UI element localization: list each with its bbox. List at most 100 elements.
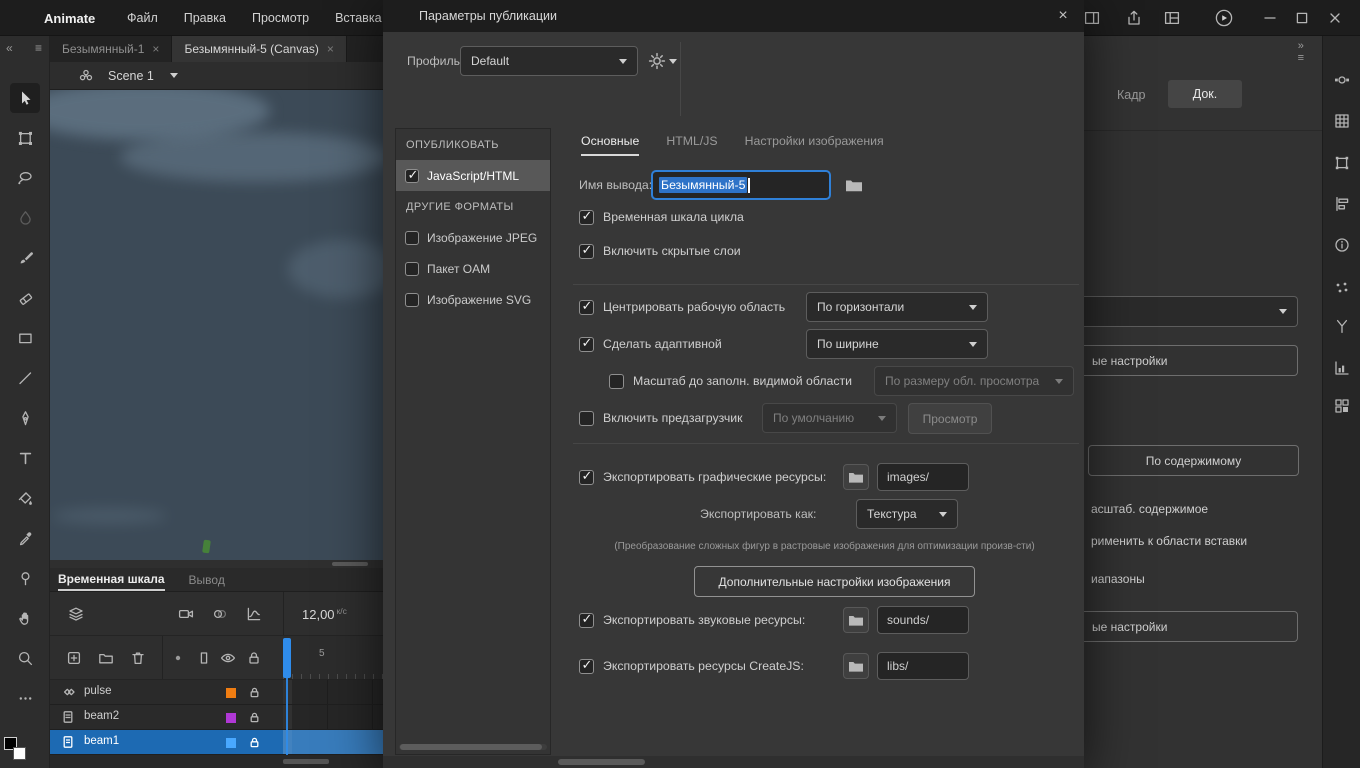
make-responsive-option[interactable]: Сделать адаптивной — [579, 329, 722, 359]
sidebar-hscrollbar[interactable] — [399, 744, 547, 750]
panel-menu-icon[interactable]: ≡ — [35, 42, 42, 54]
tab-timeline[interactable]: Временная шкала — [58, 569, 165, 591]
highlight-column-icon[interactable] — [170, 650, 186, 666]
eyedropper-tool[interactable] — [0, 518, 50, 558]
free-transform-tool[interactable] — [0, 118, 50, 158]
dialog-hscrollbar[interactable] — [383, 756, 1084, 768]
layer-color-swatch[interactable] — [226, 738, 236, 748]
scrollbar-thumb[interactable] — [283, 759, 329, 764]
properties-dropdown[interactable] — [1084, 296, 1298, 327]
checkbox-checked-icon[interactable] — [579, 611, 594, 628]
tab-close-icon[interactable]: × — [327, 42, 334, 56]
dialog-titlebar[interactable]: Параметры публикации — [383, 0, 1084, 32]
make-responsive-select[interactable]: По ширине — [806, 329, 988, 359]
checkbox-checked-icon[interactable] — [579, 468, 594, 485]
hand-tool[interactable] — [0, 598, 50, 638]
properties-tab-frame[interactable]: Кадр — [1117, 88, 1145, 102]
more-tools[interactable] — [0, 678, 50, 718]
rectangle-tool[interactable] — [0, 318, 50, 358]
format-oam[interactable]: Пакет OAM — [396, 253, 550, 284]
menu-view[interactable]: Просмотр — [239, 11, 322, 25]
checkbox-checked-icon[interactable] — [579, 335, 594, 352]
layer-lock-icon[interactable] — [248, 686, 261, 699]
properties-tab-doc[interactable]: Док. — [1168, 80, 1242, 108]
timeline-ruler[interactable]: 5 — [283, 636, 383, 679]
createjs-path-input[interactable]: libs/ — [877, 652, 969, 680]
delete-layer-icon[interactable] — [130, 650, 146, 666]
layer-color-swatch[interactable] — [226, 713, 236, 723]
doc-tab-untitled-1[interactable]: Безымянный-1 × — [50, 36, 173, 62]
scene-name[interactable]: Scene 1 — [108, 69, 154, 83]
info-panel-icon[interactable] — [1334, 237, 1350, 253]
window-minimize-icon[interactable] — [1256, 0, 1284, 36]
graph-editor-icon[interactable] — [246, 606, 262, 622]
checkbox-icon[interactable] — [405, 292, 419, 307]
layer-frames[interactable] — [283, 680, 383, 704]
fluid-brush-tool[interactable] — [0, 198, 50, 238]
fit-to-content-button[interactable]: По содержимому — [1088, 445, 1299, 476]
format-jpeg[interactable]: Изображение JPEG — [396, 222, 550, 253]
test-movie-play-icon[interactable] — [1210, 0, 1238, 36]
selection-tool[interactable] — [0, 78, 50, 118]
more-settings-button-cut[interactable]: ые настройки — [1084, 611, 1298, 642]
zoom-tool[interactable] — [0, 638, 50, 678]
format-javascript-html[interactable]: JavaScript/HTML — [396, 160, 550, 191]
bone-panel-icon[interactable] — [1334, 318, 1350, 334]
line-tool[interactable] — [0, 358, 50, 398]
visibility-column-icon[interactable] — [220, 650, 236, 666]
scrollbar-thumb[interactable] — [558, 759, 645, 765]
playhead[interactable] — [283, 638, 291, 678]
panel-resize-handle[interactable] — [50, 560, 383, 568]
image-assets-folder-button[interactable] — [843, 464, 869, 490]
history-chart-panel-icon[interactable] — [1334, 360, 1350, 376]
scrollbar-thumb[interactable] — [400, 744, 542, 750]
layer-frames[interactable] — [283, 730, 383, 754]
share-icon[interactable] — [1120, 0, 1148, 36]
browse-folder-button[interactable] — [841, 172, 867, 198]
layer-stack-icon[interactable] — [68, 606, 84, 622]
workspace-icon[interactable] — [1158, 0, 1186, 36]
timeline-hscrollbar[interactable] — [50, 755, 383, 768]
tab-basic[interactable]: Основные — [581, 134, 640, 156]
export-image-assets-option[interactable]: Экспортировать графические ресурсы: — [579, 462, 826, 492]
frame-rate[interactable]: 12,00 к/с — [302, 605, 347, 621]
scene-dropdown-icon[interactable] — [169, 73, 178, 78]
advanced-image-settings-button[interactable]: Дополнительные настройки изображения — [694, 566, 975, 597]
fragments-panel-icon[interactable] — [1334, 398, 1350, 414]
layer-frames[interactable] — [283, 705, 383, 729]
classic-brush-tool[interactable] — [0, 238, 50, 278]
menu-file[interactable]: Файл — [114, 11, 171, 25]
profile-options-button[interactable] — [648, 52, 677, 70]
tab-close-icon[interactable]: × — [152, 42, 159, 56]
checkbox-icon[interactable] — [609, 373, 624, 389]
checkbox-checked-icon[interactable] — [579, 242, 594, 259]
layer-lock-icon[interactable] — [248, 736, 261, 749]
center-stage-select[interactable]: По горизонтали — [806, 292, 988, 322]
new-folder-icon[interactable] — [98, 650, 114, 666]
checkbox-checked-icon[interactable] — [579, 657, 594, 674]
profile-select[interactable]: Default — [460, 46, 638, 76]
export-createjs-option[interactable]: Экспортировать ресурсы CreateJS: — [579, 651, 804, 681]
createjs-folder-button[interactable] — [843, 653, 869, 679]
collapse-panel-icon[interactable]: « — [6, 42, 13, 54]
lock-column-icon[interactable] — [246, 650, 262, 666]
loop-timeline-option[interactable]: Временная шкала цикла — [579, 208, 744, 226]
transform-panel-icon[interactable] — [1334, 155, 1350, 171]
new-layer-icon[interactable] — [66, 650, 82, 666]
dialog-close-button[interactable]: × — [1048, 0, 1078, 32]
onion-skin-icon[interactable] — [212, 606, 228, 622]
layer-row-pulse[interactable]: pulse — [50, 680, 383, 705]
image-assets-path-input[interactable]: images/ — [877, 463, 969, 491]
particles-panel-icon[interactable] — [1334, 280, 1350, 296]
motion-presets-panel-icon[interactable] — [1334, 72, 1350, 88]
doc-tab-untitled-5[interactable]: Безымянный-5 (Canvas) × — [172, 36, 347, 62]
pen-tool[interactable] — [0, 398, 50, 438]
center-stage-option[interactable]: Центрировать рабочую область — [579, 292, 785, 322]
checkbox-checked-icon[interactable] — [579, 298, 594, 315]
format-svg[interactable]: Изображение SVG — [396, 284, 550, 315]
layer-row-beam2[interactable]: beam2 — [50, 705, 383, 730]
camera-icon[interactable] — [178, 606, 194, 622]
window-restore-icon[interactable] — [1288, 0, 1316, 36]
include-preloader-option[interactable]: Включить предзагрузчик — [579, 403, 743, 433]
tab-html-js[interactable]: HTML/JS — [666, 134, 717, 156]
